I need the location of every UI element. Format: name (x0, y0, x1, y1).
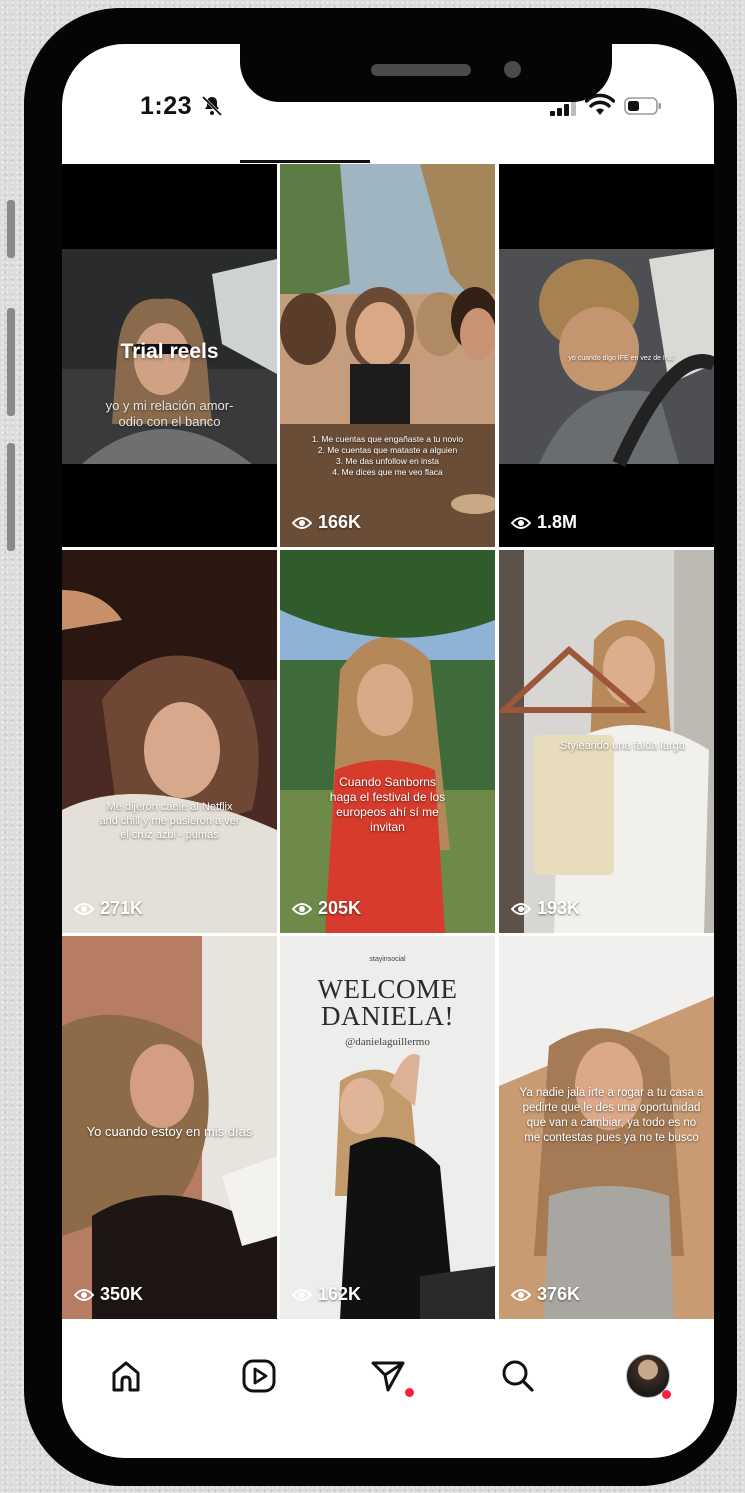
reels-grid: Trial reels yo y mi relación amor-odio c… (62, 164, 714, 1331)
volume-up-button (7, 308, 15, 416)
reel-caption: Yo cuando estoy en mis días (86, 1124, 253, 1139)
welcome-title: WELCOME DANIELA! (317, 974, 458, 1031)
reel-caption: 1. Me cuentas que engañaste a tu novio 2… (311, 434, 464, 477)
eye-icon (74, 1288, 94, 1301)
tab-indicator (240, 160, 370, 163)
reel-tile-welcome[interactable]: stayinsocial WELCOME DANIELA! @danielagu… (280, 936, 495, 1319)
home-icon[interactable] (106, 1356, 146, 1396)
eye-icon (292, 1288, 312, 1301)
action-button (7, 200, 15, 258)
reel-thumbnail (280, 164, 495, 547)
view-count-text: 350K (100, 1284, 144, 1304)
view-count-text: 162K (318, 1284, 362, 1304)
status-time: 1:23 (140, 92, 193, 120)
eye-icon (511, 902, 531, 915)
dynamic-notch (240, 44, 612, 102)
reels-icon[interactable] (239, 1356, 279, 1396)
view-count: 205K (292, 898, 361, 919)
front-camera (504, 61, 521, 78)
eye-icon (511, 1288, 531, 1301)
view-count: 271K (74, 898, 143, 919)
speaker (371, 64, 471, 76)
eye-icon (292, 902, 312, 915)
messages-notification-dot (405, 1388, 414, 1397)
reel-tile[interactable]: Ya nadie jala irte a rogar a tu casa a p… (499, 936, 714, 1319)
brand-label: stayinsocial (369, 956, 406, 963)
phone-frame: 1:23 Trial reels yo y mi relación amor-o… (7, 8, 737, 1486)
view-count-text: 376K (537, 1284, 581, 1304)
reel-caption: yo cuando digo IFE en vez de INE (568, 355, 675, 362)
view-count-text: 205K (318, 898, 362, 918)
silent-mode-icon (201, 95, 223, 117)
reel-tile[interactable]: Styleando una falda larga 193K (499, 550, 714, 933)
reel-tile[interactable]: 1. Me cuentas que engañaste a tu novio 2… (280, 164, 495, 547)
view-count-text: 166K (318, 512, 362, 532)
reel-tile[interactable]: Me dijeron cáele al Netflix and chill y … (62, 550, 277, 933)
battery-icon (624, 97, 661, 115)
reel-caption: yo y mi relación amor-odio con el banco (105, 398, 234, 429)
view-count: 376K (511, 1284, 580, 1305)
view-count: 162K (292, 1284, 361, 1305)
direct-messages-icon[interactable] (368, 1356, 408, 1396)
volume-down-button (7, 443, 15, 551)
reel-tile[interactable]: yo cuando digo IFE en vez de INE 1.8M (499, 164, 714, 547)
signal-icon (550, 100, 576, 116)
reel-caption: Cuando Sanborns haga el festival de los … (329, 775, 446, 834)
view-count: 166K (292, 512, 361, 533)
trial-reels-label: Trial reels (120, 340, 219, 363)
reel-tile-trial[interactable]: Trial reels yo y mi relación amor-odio c… (62, 164, 277, 547)
profile-notification-dot (662, 1390, 671, 1399)
eye-icon (511, 516, 531, 529)
welcome-handle: @danielaguillermo (345, 1036, 430, 1048)
view-count-text: 1.8M (537, 512, 578, 532)
reel-thumbnail (280, 550, 495, 933)
reel-caption: Ya nadie jala irte a rogar a tu casa a p… (519, 1087, 704, 1144)
view-count: 350K (74, 1284, 143, 1305)
view-count: 1.8M (511, 512, 577, 533)
bottom-nav (62, 1334, 714, 1424)
eye-icon (74, 902, 94, 915)
reel-thumbnail (62, 550, 277, 933)
view-count-text: 271K (100, 898, 144, 918)
reel-tile[interactable]: Yo cuando estoy en mis días 350K (62, 936, 277, 1319)
reel-caption: Styleando una falda larga (560, 740, 685, 752)
search-icon[interactable] (498, 1356, 538, 1396)
screen: 1:23 Trial reels yo y mi relación amor-o… (62, 44, 714, 1458)
view-count-text: 193K (537, 898, 581, 918)
eye-icon (292, 516, 312, 529)
reel-tile[interactable]: Cuando Sanborns haga el festival de los … (280, 550, 495, 933)
reel-caption: Me dijeron cáele al Netflix and chill y … (99, 801, 240, 841)
view-count: 193K (511, 898, 580, 919)
